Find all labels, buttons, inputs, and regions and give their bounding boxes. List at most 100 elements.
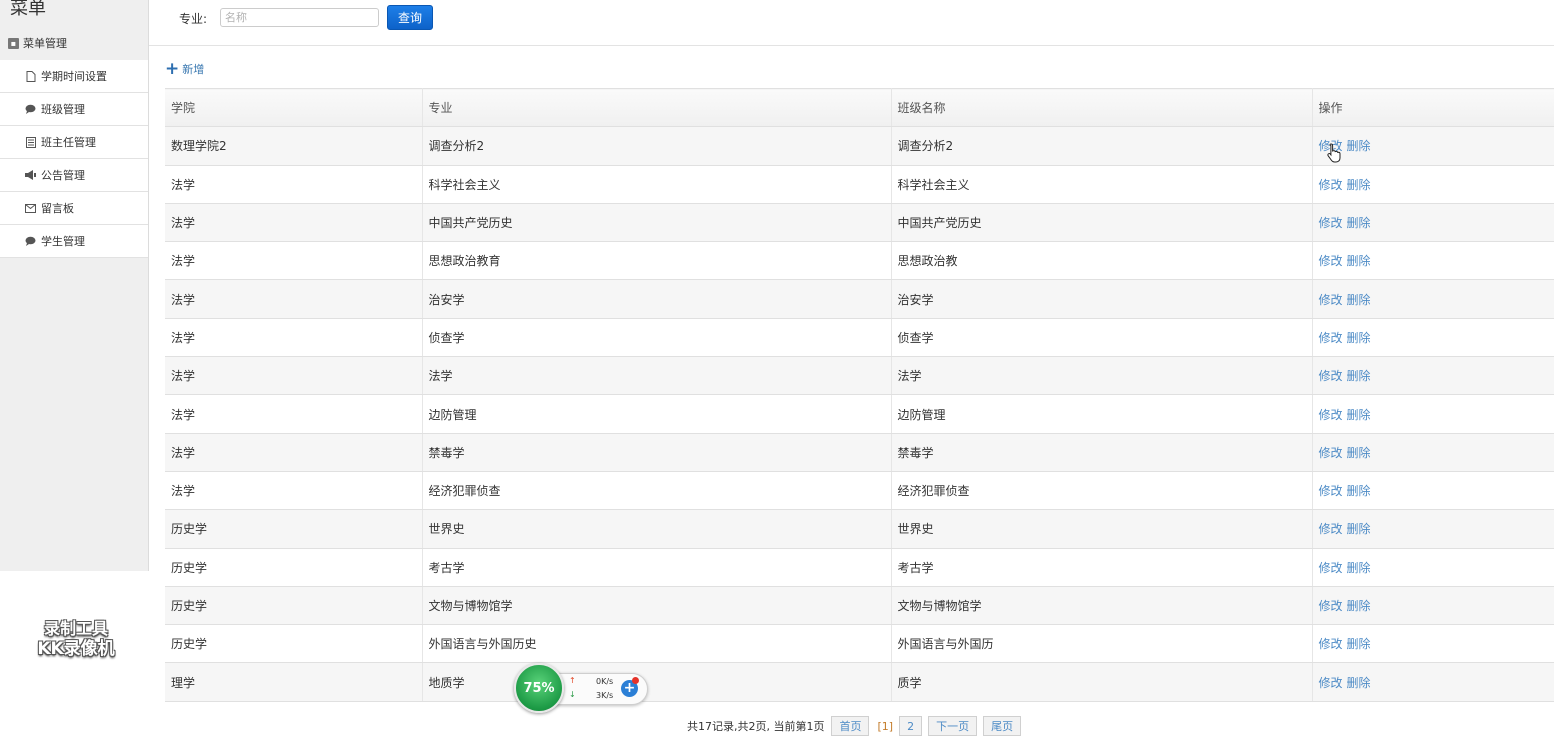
- next-page-button[interactable]: 下一页: [928, 716, 978, 736]
- delete-link[interactable]: 删除: [1347, 178, 1371, 192]
- search-input[interactable]: [220, 8, 379, 27]
- cell-actions: 修改删除: [1312, 662, 1554, 702]
- cell-actions: 修改删除: [1312, 126, 1554, 166]
- delete-link[interactable]: 删除: [1347, 484, 1371, 498]
- delete-link[interactable]: 删除: [1347, 446, 1371, 460]
- cell-class-name: 禁毒学: [891, 433, 1313, 472]
- cell-major: 中国共产党历史: [422, 203, 892, 243]
- cell-class-name: 考古学: [891, 548, 1313, 587]
- edit-link[interactable]: 修改: [1319, 676, 1343, 690]
- add-label: 新增: [182, 63, 205, 76]
- delete-link[interactable]: 删除: [1347, 139, 1371, 153]
- edit-link[interactable]: 修改: [1319, 331, 1343, 345]
- cell-major: 科学社会主义: [422, 165, 892, 204]
- table-header-row: 学院 专业 班级名称 操作: [165, 87, 1554, 128]
- chat-icon: [25, 236, 36, 247]
- sidebar-item-semester-settings[interactable]: 学期时间设置: [0, 60, 148, 93]
- table-row: 历史学 世界史 世界史 修改 删除: [165, 509, 1554, 549]
- edit-link[interactable]: 修改: [1319, 408, 1343, 422]
- sidebar: 菜单 ▪ 菜单管理 学期时间设置 班级管理 班主任管理 公告管理 留言板 学生管…: [0, 0, 149, 571]
- delete-link[interactable]: 删除: [1347, 522, 1371, 536]
- cell-major: 侦查学: [422, 318, 892, 358]
- sidebar-item-message-board[interactable]: 留言板: [0, 192, 148, 225]
- delete-link[interactable]: 删除: [1347, 254, 1371, 268]
- sidebar-group-label: 菜单管理: [23, 37, 67, 50]
- edit-link[interactable]: 修改: [1319, 369, 1343, 383]
- cell-college: 历史学: [165, 586, 423, 626]
- sidebar-item-label: 留言板: [41, 202, 74, 215]
- column-header-college: 学院: [165, 87, 423, 128]
- cell-college: 法学: [165, 318, 423, 358]
- upload-arrow-icon: ↑: [569, 676, 576, 685]
- search-button[interactable]: 查询: [387, 5, 433, 30]
- page-2-button[interactable]: 2: [899, 716, 923, 736]
- edit-link[interactable]: 修改: [1319, 637, 1343, 651]
- network-speed-widget[interactable]: 75% ↑ ↓ 0K/s 3K/s +: [514, 663, 648, 715]
- upload-rate: 0K/s: [596, 677, 614, 686]
- megaphone-icon: [25, 170, 36, 181]
- edit-link[interactable]: 修改: [1319, 254, 1343, 268]
- cell-actions: 修改删除: [1312, 318, 1554, 358]
- cell-college: 历史学: [165, 624, 423, 664]
- cell-major: 治安学: [422, 279, 892, 319]
- chat-icon: [25, 104, 36, 115]
- sidebar-item-label: 班级管理: [41, 103, 85, 116]
- download-arrow-icon: ↓: [569, 690, 576, 699]
- delete-link[interactable]: 删除: [1347, 293, 1371, 307]
- download-rate: 3K/s: [596, 691, 614, 700]
- edit-link[interactable]: 修改: [1319, 484, 1343, 498]
- file-icon: [25, 70, 36, 82]
- sidebar-item-student-management[interactable]: 学生管理: [0, 225, 148, 258]
- sidebar-item-label: 公告管理: [41, 169, 85, 182]
- last-page-button[interactable]: 尾页: [983, 716, 1022, 736]
- sidebar-item-announcement-management[interactable]: 公告管理: [0, 159, 148, 192]
- column-header-major: 专业: [422, 87, 892, 128]
- delete-link[interactable]: 删除: [1347, 331, 1371, 345]
- sidebar-item-label: 班主任管理: [41, 136, 96, 149]
- table-row: 法学 中国共产党历史 中国共产党历史 修改 删除: [165, 203, 1554, 243]
- edit-link[interactable]: 修改: [1319, 293, 1343, 307]
- cell-college: 法学: [165, 356, 423, 396]
- sidebar-item-class-management[interactable]: 班级管理: [0, 93, 148, 126]
- cell-class-name: 经济犯罪侦查: [891, 471, 1313, 511]
- delete-link[interactable]: 删除: [1347, 369, 1371, 383]
- table-row: 法学 法学 法学 修改 删除: [165, 356, 1554, 396]
- delete-link[interactable]: 删除: [1347, 637, 1371, 651]
- edit-link[interactable]: 修改: [1319, 178, 1343, 192]
- cell-actions: 修改删除: [1312, 509, 1554, 549]
- cell-actions: 修改删除: [1312, 165, 1554, 204]
- cell-actions: 修改删除: [1312, 241, 1554, 281]
- edit-link[interactable]: 修改: [1319, 522, 1343, 536]
- edit-link[interactable]: 修改: [1319, 216, 1343, 230]
- sidebar-group-menu-management[interactable]: ▪ 菜单管理: [0, 26, 148, 60]
- cell-class-name: 思想政治教: [891, 241, 1313, 281]
- edit-link[interactable]: 修改: [1319, 561, 1343, 575]
- delete-link[interactable]: 删除: [1347, 216, 1371, 230]
- table-row: 数理学院2调查分析2调查分析2修改删除: [165, 126, 1554, 166]
- cell-actions: 修改删除: [1312, 586, 1554, 626]
- cell-college: 法学: [165, 165, 423, 204]
- cell-class-name: 科学社会主义: [891, 165, 1313, 204]
- speed-percent-ball[interactable]: 75%: [514, 663, 564, 713]
- table-row: 法学 侦查学 侦查学 修改 删除: [165, 318, 1554, 358]
- cell-class-name: 世界史: [891, 509, 1313, 549]
- cell-actions: 修改删除: [1312, 279, 1554, 319]
- cell-class-name: 治安学: [891, 279, 1313, 319]
- delete-link[interactable]: 删除: [1347, 676, 1371, 690]
- column-header-class-name: 班级名称: [891, 87, 1313, 128]
- edit-link[interactable]: 修改: [1319, 599, 1343, 613]
- cell-actions: 修改删除: [1312, 548, 1554, 587]
- first-page-button[interactable]: 首页: [831, 716, 870, 736]
- cell-major: 地质学: [422, 662, 892, 702]
- delete-link[interactable]: 删除: [1347, 408, 1371, 422]
- sidebar-item-head-teacher-management[interactable]: 班主任管理: [0, 126, 148, 159]
- sidebar-title: 菜单: [10, 0, 46, 19]
- delete-link[interactable]: 删除: [1347, 561, 1371, 575]
- sidebar-item-label: 学生管理: [41, 235, 85, 248]
- delete-link[interactable]: 删除: [1347, 599, 1371, 613]
- edit-link[interactable]: 修改: [1319, 446, 1343, 460]
- cell-class-name: 调查分析2: [891, 126, 1313, 166]
- cell-class-name: 质学: [891, 662, 1313, 702]
- cell-class-name: 文物与博物馆学: [891, 586, 1313, 626]
- add-button[interactable]: + 新增: [165, 61, 205, 78]
